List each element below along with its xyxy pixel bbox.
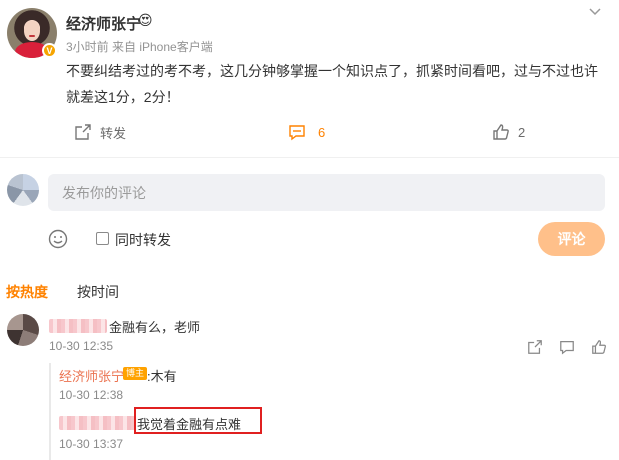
- commenter-name-redacted[interactable]: [49, 319, 107, 333]
- reply-text: :木有: [147, 369, 177, 384]
- comment-text: 金融有么，老师: [109, 320, 201, 335]
- tab-sort-hot[interactable]: 按热度: [6, 282, 48, 302]
- my-avatar[interactable]: [7, 174, 39, 206]
- comment-actions: [526, 338, 608, 356]
- commenter-avatar[interactable]: [7, 314, 39, 346]
- reply-text: 我觉着金融有点难: [137, 417, 242, 432]
- author-name[interactable]: 经济师张宁: [66, 13, 141, 34]
- comment-icon: [288, 123, 306, 141]
- comment-input[interactable]: [48, 174, 605, 211]
- reply-author-name-redacted[interactable]: [59, 416, 135, 430]
- like-count: 2: [518, 124, 526, 140]
- tab-sort-time[interactable]: 按时间: [77, 282, 119, 302]
- comment-button[interactable]: 6: [288, 121, 325, 143]
- post-text: 不要纠结考过的考不考，这几分钟够掌握一个知识点了，抓紧时间看吧，过与不过也许就差…: [66, 63, 598, 105]
- author-badge: 博主: [123, 367, 148, 380]
- repost-checkbox[interactable]: [96, 232, 109, 245]
- smiley-icon[interactable]: [48, 229, 68, 249]
- repost-checkbox-label[interactable]: 同时转发: [115, 230, 171, 250]
- repost-label: 转发: [100, 125, 127, 141]
- repost-button[interactable]: 转发: [74, 121, 126, 143]
- reply-time: 10-30 12:38: [59, 388, 124, 402]
- comment-time: 10-30 12:35: [49, 339, 114, 353]
- reply-icon[interactable]: [558, 338, 576, 356]
- verified-badge-icon: V: [42, 43, 57, 58]
- divider: [0, 157, 619, 158]
- post-meta: 3小时前 来自 iPhone客户端: [66, 40, 213, 54]
- thumbs-up-icon: [492, 123, 510, 141]
- submit-comment-button[interactable]: 评论: [538, 222, 605, 256]
- like-button[interactable]: 2: [492, 121, 525, 143]
- author-emoji: 😍: [138, 12, 153, 28]
- repost-icon: [74, 123, 92, 141]
- reply-time: 10-30 13:37: [59, 437, 124, 451]
- chevron-down-icon[interactable]: [586, 3, 604, 21]
- share-icon[interactable]: [526, 338, 544, 356]
- thumbs-up-icon[interactable]: [590, 338, 608, 356]
- comment-count: 6: [318, 124, 326, 140]
- reply-author-name[interactable]: 经济师张宁: [59, 366, 124, 385]
